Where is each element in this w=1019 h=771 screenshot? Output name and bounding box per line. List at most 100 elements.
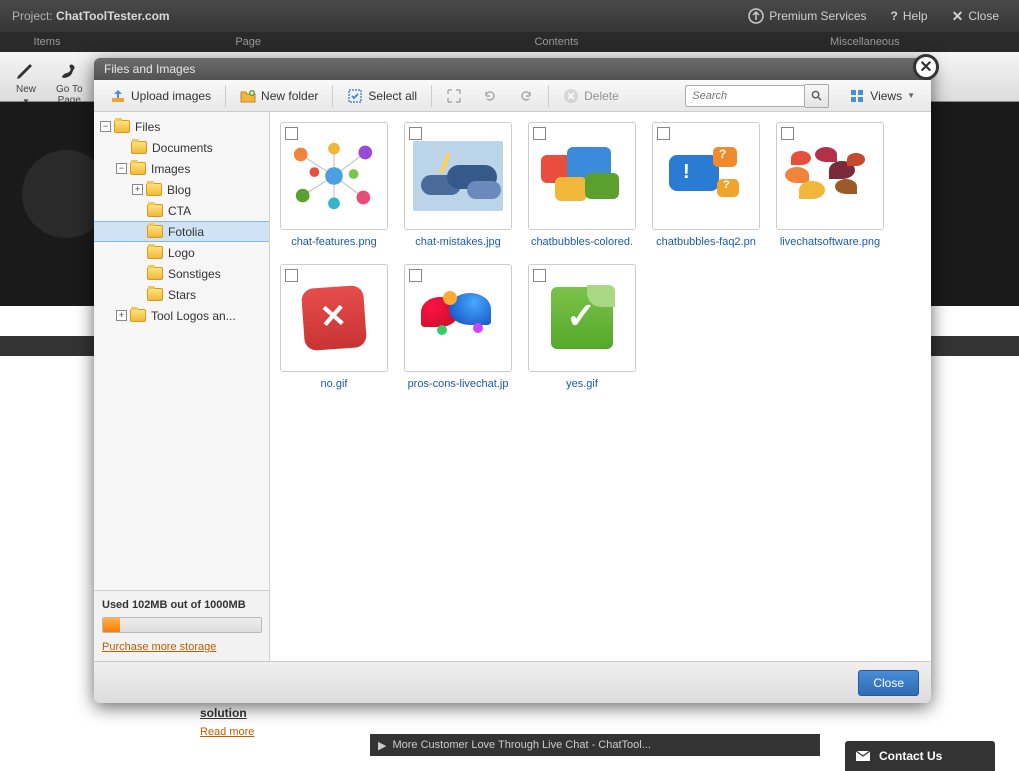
tree-label: Fotolia [168, 225, 265, 239]
tree-item-cta[interactable]: CTA [94, 200, 269, 221]
new-folder-button[interactable]: New folder [232, 84, 326, 108]
search-box [685, 84, 829, 108]
select-checkbox[interactable] [409, 269, 422, 282]
grid-icon [849, 88, 865, 104]
search-icon [811, 90, 822, 101]
tree-item-images[interactable]: −Images [94, 158, 269, 179]
folder-tree-sidebar: −FilesDocuments−Images + Blog CTA Fotolia Log… [94, 112, 270, 661]
thumb-preview-box [280, 122, 388, 230]
purchase-storage-link[interactable]: Purchase more storage [102, 641, 262, 653]
thumb-preview-box [404, 264, 512, 372]
read-more-link[interactable]: Read more [200, 726, 254, 738]
separator [431, 85, 432, 107]
tree-item-fotolia[interactable]: Fotolia [94, 221, 269, 242]
select-checkbox[interactable] [533, 127, 546, 140]
dialog-footer: Close [94, 661, 931, 703]
file-thumb[interactable]: !??chatbubbles-faq2.pn [652, 122, 760, 248]
file-name-label: chat-features.png [280, 236, 388, 248]
tree-item-tool-logos-an-[interactable]: + Tool Logos an... [94, 305, 269, 326]
file-thumb[interactable]: livechatsoftware.png [776, 122, 884, 248]
storage-bar [102, 617, 262, 633]
search-input[interactable] [685, 85, 805, 107]
tree-item-documents[interactable]: Documents [94, 137, 269, 158]
thumb-preview-box [280, 264, 388, 372]
select-checkbox[interactable] [533, 269, 546, 282]
help-link[interactable]: ? Help [883, 5, 936, 27]
tree-expander-icon[interactable]: + [116, 310, 127, 321]
folder-icon [147, 246, 163, 259]
expand-button[interactable] [438, 84, 470, 108]
tab-contents[interactable]: Contents [402, 32, 710, 52]
project-label: Project: [12, 9, 53, 23]
select-checkbox[interactable] [781, 127, 794, 140]
dialog-body: −FilesDocuments−Images + Blog CTA Fotolia Log… [94, 112, 931, 661]
tab-page[interactable]: Page [94, 32, 402, 52]
sidebar-article-block: solution Read more [200, 706, 254, 738]
folder-icon [147, 225, 163, 238]
file-name-label: chatbubbles-colored. [528, 236, 636, 248]
tree-item-blog[interactable]: + Blog [94, 179, 269, 200]
new-label: New [16, 84, 36, 95]
tree-label: Logo [168, 246, 265, 260]
storage-panel: Used 102MB out of 1000MB Purchase more s… [94, 590, 270, 661]
file-explorer: chat-features.png chat-mistakes.jpg chatbu… [270, 112, 931, 661]
tree-label: Blog [167, 183, 265, 197]
folder-icon [114, 120, 130, 133]
rotate-right-icon [518, 88, 534, 104]
tree-item-files[interactable]: −Files [94, 116, 269, 137]
file-thumb[interactable]: chat-features.png [280, 122, 388, 248]
file-name-label: pros-cons-livechat.jp [404, 378, 512, 390]
separator [332, 85, 333, 107]
tab-miscellaneous[interactable]: Miscellaneous [711, 32, 1019, 52]
premium-services-link[interactable]: Premium Services [740, 4, 874, 28]
file-name-label: yes.gif [528, 378, 636, 390]
folder-icon [147, 267, 163, 280]
tree-expander-icon[interactable]: − [116, 163, 127, 174]
file-delete-button[interactable]: Delete [555, 84, 627, 108]
contact-us-tab[interactable]: Contact Us [845, 741, 995, 771]
dialog-close-x[interactable]: ✕ [913, 54, 939, 80]
file-thumb[interactable]: chat-mistakes.jpg [404, 122, 512, 248]
select-all-button[interactable]: Select all [339, 84, 425, 108]
upload-images-button[interactable]: Upload images [102, 84, 219, 108]
views-dropdown[interactable]: Views ▼ [841, 84, 923, 108]
project-name: ChatToolTester.com [56, 9, 170, 23]
thumb-preview-box [776, 122, 884, 230]
article-title-line[interactable]: solution [200, 706, 254, 720]
tree-item-logo[interactable]: Logo [94, 242, 269, 263]
app-close-button[interactable]: ✕ Close [944, 4, 1007, 29]
file-name-label: no.gif [280, 378, 388, 390]
file-thumb[interactable]: yes.gif [528, 264, 636, 390]
file-thumb[interactable]: pros-cons-livechat.jp [404, 264, 512, 390]
file-thumb[interactable]: no.gif [280, 264, 388, 390]
select-checkbox[interactable] [657, 127, 670, 140]
video-embed-bar[interactable]: ▶ More Customer Love Through Live Chat -… [370, 734, 820, 756]
tree-label: Tool Logos an... [151, 309, 265, 323]
file-thumb[interactable]: chatbubbles-colored. [528, 122, 636, 248]
close-button[interactable]: Close [858, 670, 919, 696]
tree-item-stars[interactable]: Stars [94, 284, 269, 305]
storage-bar-fill [103, 618, 120, 632]
rotate-right-button[interactable] [510, 84, 542, 108]
contact-label: Contact Us [879, 749, 942, 763]
tree-expander-icon[interactable]: − [100, 121, 111, 132]
close-label: Close [968, 9, 999, 23]
tree-item-sonstiges[interactable]: Sonstiges [94, 263, 269, 284]
tab-items[interactable]: Items [0, 32, 94, 52]
dialog-toolbar: Upload images New folder Select all Dele… [94, 80, 931, 112]
select-checkbox[interactable] [409, 127, 422, 140]
app-header-bar: Project: ChatToolTester.com Premium Serv… [0, 0, 1019, 32]
select-checkbox[interactable] [285, 127, 298, 140]
tree-expander-icon[interactable]: + [132, 184, 143, 195]
select-checkbox[interactable] [285, 269, 298, 282]
folder-icon [147, 288, 163, 301]
expand-icon [446, 88, 462, 104]
play-icon: ▶ [378, 739, 386, 752]
folder-icon [131, 141, 147, 154]
search-button[interactable] [805, 84, 829, 108]
rotate-left-button[interactable] [474, 84, 506, 108]
new-button[interactable]: New ▼ [8, 56, 44, 108]
rotate-left-icon [482, 88, 498, 104]
chevron-down-icon: ▼ [907, 91, 915, 100]
dialog-title: Files and Images [104, 62, 195, 76]
